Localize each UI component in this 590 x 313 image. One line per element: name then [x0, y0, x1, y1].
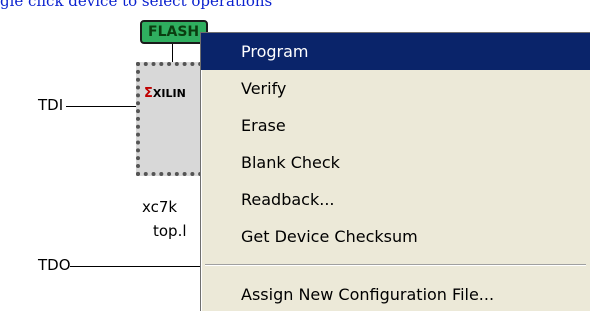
device-file: top.l: [153, 222, 187, 240]
xilinx-x-icon: Σ: [144, 86, 153, 101]
fpga-device[interactable]: ΣXILIN: [136, 62, 210, 176]
xilinx-logo-text: XILIN: [152, 87, 186, 100]
tdi-wire: [66, 106, 136, 107]
menu-item-verify[interactable]: Verify: [201, 70, 590, 107]
flash-connector: [172, 44, 173, 62]
xilinx-logo: ΣXILIN: [144, 86, 186, 101]
flash-device[interactable]: FLASH: [140, 20, 208, 44]
tdi-label: TDI: [38, 96, 64, 114]
menu-separator: [205, 264, 586, 266]
menu-item-get-device-checksum[interactable]: Get Device Checksum: [201, 218, 590, 255]
device-name: xc7k: [142, 198, 178, 216]
flash-label: FLASH: [148, 24, 200, 40]
instruction-text: gle click device to select operations: [0, 0, 273, 10]
menu-item-readback[interactable]: Readback...: [201, 181, 590, 218]
menu-item-assign-new-configuration-file[interactable]: Assign New Configuration File...: [201, 276, 590, 313]
menu-item-program[interactable]: Program: [201, 33, 590, 70]
menu-item-erase[interactable]: Erase: [201, 107, 590, 144]
menu-item-blank-check[interactable]: Blank Check: [201, 144, 590, 181]
tdo-wire: [70, 266, 200, 267]
context-menu: Program Verify Erase Blank Check Readbac…: [200, 32, 590, 311]
tdo-label: TDO: [38, 256, 71, 274]
